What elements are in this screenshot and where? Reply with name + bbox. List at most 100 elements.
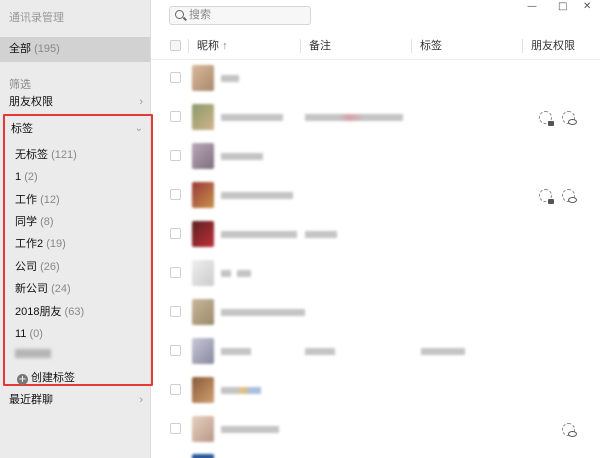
main-panel: 搜索 — □ ✕ 昵称 ↑ 备注 标签 朋友权限 bbox=[151, 0, 600, 458]
search-placeholder: 搜索 bbox=[189, 9, 211, 21]
maximize-button[interactable]: □ bbox=[558, 1, 567, 12]
chevron-down-icon: ⌄ bbox=[134, 123, 143, 134]
tag-item[interactable]: 1 (2) bbox=[15, 169, 38, 185]
nickname-redacted bbox=[237, 270, 251, 277]
hide-moments-icon bbox=[562, 189, 577, 203]
row-checkbox[interactable] bbox=[170, 72, 181, 83]
tag-label: 2018朋友 bbox=[15, 306, 62, 318]
avatar bbox=[192, 299, 214, 325]
tag-label: 无标签 bbox=[15, 149, 48, 161]
nickname-redacted bbox=[221, 153, 263, 160]
column-header-tag[interactable]: 标签 bbox=[420, 39, 442, 53]
row-checkbox[interactable] bbox=[170, 150, 181, 161]
nickname-header-label: 昵称 bbox=[197, 40, 219, 52]
filter-heading: 筛选 bbox=[9, 79, 31, 91]
column-divider bbox=[300, 39, 301, 53]
table-row[interactable] bbox=[151, 332, 600, 371]
sidebar-item-friend-permission[interactable]: 朋友权限 › bbox=[9, 93, 143, 111]
row-checkbox[interactable] bbox=[170, 384, 181, 395]
tag-item[interactable]: 工作 (12) bbox=[15, 192, 60, 208]
sidebar-item-tags[interactable]: 标签 ⌄ bbox=[11, 121, 143, 137]
sidebar-item-all[interactable]: 全部 (195) bbox=[0, 37, 150, 62]
hide-moments-icon bbox=[562, 111, 577, 125]
row-checkbox[interactable] bbox=[170, 189, 181, 200]
avatar bbox=[192, 65, 214, 91]
tag-count: (63) bbox=[64, 306, 85, 318]
app-title: 通讯录管理 bbox=[9, 12, 64, 24]
table-row[interactable] bbox=[151, 137, 600, 176]
nickname-redacted bbox=[221, 75, 239, 82]
lock-icon bbox=[539, 111, 554, 126]
create-tag-label: 创建标签 bbox=[31, 372, 75, 384]
tag-label: 公司 bbox=[15, 261, 37, 273]
lock-icon bbox=[539, 189, 554, 204]
row-checkbox[interactable] bbox=[170, 306, 181, 317]
search-input[interactable]: 搜索 bbox=[169, 6, 311, 25]
table-row[interactable] bbox=[151, 449, 600, 458]
row-checkbox[interactable] bbox=[170, 345, 181, 356]
tag-label: 工作 bbox=[15, 194, 37, 206]
nickname-redacted bbox=[221, 270, 231, 277]
remark-redacted bbox=[305, 231, 337, 238]
tag-item[interactable]: 无标签 (121) bbox=[15, 147, 77, 163]
column-divider bbox=[522, 39, 523, 53]
avatar bbox=[192, 104, 214, 130]
sidebar-item-label: 全部 bbox=[9, 43, 31, 55]
nickname-redacted bbox=[221, 309, 305, 316]
tag-label: 11 bbox=[15, 328, 27, 340]
avatar bbox=[192, 182, 214, 208]
tag-count: (8) bbox=[40, 216, 54, 228]
table-row[interactable] bbox=[151, 59, 600, 98]
column-header-friend-permission[interactable]: 朋友权限 bbox=[531, 39, 575, 53]
row-checkbox[interactable] bbox=[170, 228, 181, 239]
column-header-remark[interactable]: 备注 bbox=[309, 39, 331, 53]
sidebar-item-recent-groups[interactable]: 最近群聊 › bbox=[9, 391, 143, 409]
tag-count: (121) bbox=[51, 149, 77, 161]
remark-redacted bbox=[305, 348, 335, 355]
avatar bbox=[192, 221, 214, 247]
avatar bbox=[192, 377, 214, 403]
tags-header-label: 标签 bbox=[11, 123, 33, 135]
table-row[interactable] bbox=[151, 293, 600, 332]
table-row[interactable] bbox=[151, 98, 600, 137]
table-row[interactable] bbox=[151, 254, 600, 293]
tag-count: (0) bbox=[29, 328, 43, 340]
table-header: 昵称 ↑ 备注 标签 朋友权限 bbox=[151, 32, 600, 60]
tag-count: (2) bbox=[24, 171, 38, 183]
nickname-redacted bbox=[221, 348, 251, 355]
minimize-button[interactable]: — bbox=[527, 1, 537, 12]
tag-count: (12) bbox=[40, 194, 60, 206]
tag-item-redacted[interactable] bbox=[15, 349, 51, 358]
tag-count: (19) bbox=[46, 238, 66, 250]
tag-count: (24) bbox=[51, 283, 71, 295]
create-tag-button[interactable]: + 创建标签 bbox=[17, 370, 75, 386]
tag-item[interactable]: 11 (0) bbox=[15, 326, 43, 342]
tags-section: 标签 ⌄ 无标签 (121) 1 (2) 工作 (12) 同学 (8) 工作2 … bbox=[3, 114, 153, 386]
hide-moments-icon bbox=[562, 423, 577, 437]
nickname-redacted bbox=[221, 192, 293, 199]
tag-item[interactable]: 同学 (8) bbox=[15, 214, 54, 230]
table-row[interactable] bbox=[151, 176, 600, 215]
table-row[interactable] bbox=[151, 215, 600, 254]
nickname-redacted bbox=[221, 114, 283, 121]
tag-item[interactable]: 新公司 (24) bbox=[15, 281, 71, 297]
search-icon bbox=[175, 10, 184, 19]
sidebar-item-label: 最近群聊 bbox=[9, 394, 53, 406]
column-header-nickname[interactable]: 昵称 ↑ bbox=[197, 39, 228, 53]
column-divider bbox=[188, 39, 189, 53]
table-row[interactable] bbox=[151, 371, 600, 410]
tag-item[interactable]: 2018朋友 (63) bbox=[15, 304, 84, 320]
avatar bbox=[192, 454, 214, 458]
tag-item[interactable]: 公司 (26) bbox=[15, 259, 60, 275]
nickname-redacted bbox=[221, 426, 279, 433]
select-all-checkbox[interactable] bbox=[170, 40, 181, 51]
column-divider bbox=[411, 39, 412, 53]
tag-item[interactable]: 工作2 (19) bbox=[15, 236, 66, 252]
remark-redacted bbox=[305, 114, 403, 121]
row-checkbox[interactable] bbox=[170, 111, 181, 122]
row-checkbox[interactable] bbox=[170, 423, 181, 434]
table-row[interactable] bbox=[151, 410, 600, 449]
close-button[interactable]: ✕ bbox=[583, 1, 591, 12]
row-checkbox[interactable] bbox=[170, 267, 181, 278]
sort-ascending-icon: ↑ bbox=[222, 40, 228, 52]
